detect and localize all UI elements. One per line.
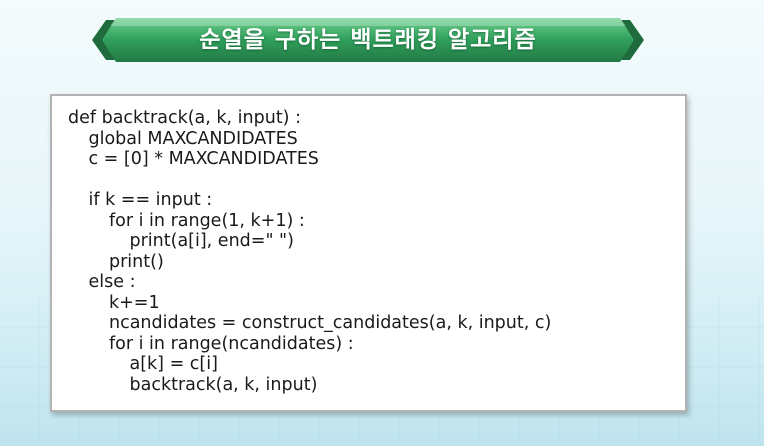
code-line: a[k] = c[i] — [129, 354, 218, 374]
code-line: print(a[i], end=" ") — [129, 231, 294, 251]
code-line: else : — [88, 272, 136, 292]
code-lines: def backtrack(a, k, input) : global MAXCA… — [68, 108, 551, 395]
code-line: global MAXCANDIDATES — [88, 128, 298, 149]
code-line: c = [0] * MAXCANDIDATES — [88, 149, 319, 169]
code-line: for i in range(1, k+1) : — [109, 210, 305, 231]
code-line: k+=1 — [109, 292, 160, 313]
code-line: for i in range(ncandidates) : — [109, 333, 354, 354]
code-line: backtrack(a, k, input) — [129, 374, 318, 395]
code-line: if k == input : — [88, 190, 213, 210]
code-line: def backtrack(a, k, input) : — [68, 108, 301, 128]
title-banner: 순열을 구하는 백트래킹 알고리즘 — [92, 16, 644, 64]
banner-title: 순열을 구하는 백트래킹 알고리즘 — [199, 27, 537, 53]
code-line: ncandidates = construct_candidates(a, k,… — [109, 313, 552, 333]
code-line: print() — [109, 251, 164, 272]
code-block: def backtrack(a, k, input) : global MAXCA… — [50, 94, 687, 412]
